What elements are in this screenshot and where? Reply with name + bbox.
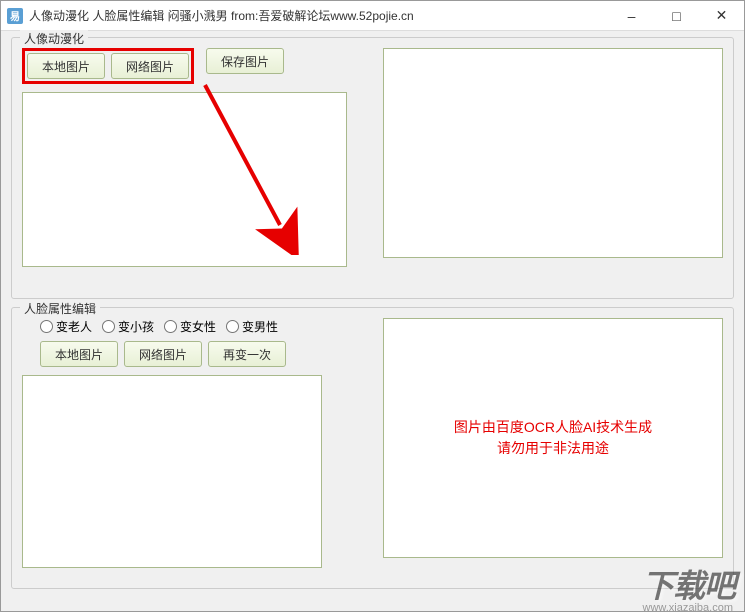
notice-line-2: 请勿用于非法用途 [497, 438, 609, 459]
radio-female[interactable]: 变女性 [164, 318, 216, 335]
group2-result-panel: 图片由百度OCR人脸AI技术生成 请勿用于非法用途 [383, 318, 723, 558]
group-face-edit-title: 人脸属性编辑 [20, 300, 100, 317]
group2-left-column: 变老人 变小孩 变女性 变男性 本地图片 网络图片 再变一次 [22, 318, 322, 578]
radio-child-input[interactable] [102, 320, 115, 333]
group1-result-panel [383, 48, 723, 258]
radio-old[interactable]: 变老人 [40, 318, 92, 335]
window-controls: – □ ✕ [609, 1, 744, 30]
group-anime: 人像动漫化 本地图片 网络图片 保存图片 [11, 37, 734, 299]
radio-child[interactable]: 变小孩 [102, 318, 154, 335]
radio-female-input[interactable] [164, 320, 177, 333]
local-image-button[interactable]: 本地图片 [27, 53, 105, 79]
group-face-edit: 人脸属性编辑 变老人 变小孩 变女性 变男性 本地图片 网络图片 再变一次 [11, 307, 734, 589]
titlebar: 易 人像动漫化 人脸属性编辑 闷骚小溅男 from:吾爱破解论坛www.52po… [1, 1, 744, 31]
group2-source-panel [22, 375, 322, 568]
client-area: 人像动漫化 本地图片 网络图片 保存图片 人脸属性编辑 [1, 31, 744, 611]
local-image-button-2[interactable]: 本地图片 [40, 341, 118, 367]
notice-line-1: 图片由百度OCR人脸AI技术生成 [454, 417, 652, 438]
network-image-button[interactable]: 网络图片 [111, 53, 189, 79]
group2-button-row: 本地图片 网络图片 再变一次 [22, 341, 322, 367]
radio-child-label: 变小孩 [118, 318, 154, 335]
radio-male[interactable]: 变男性 [226, 318, 278, 335]
group-anime-title: 人像动漫化 [20, 30, 88, 47]
group1-source-panel [22, 92, 347, 267]
group1-button-row: 本地图片 网络图片 保存图片 [22, 48, 347, 84]
window-title: 人像动漫化 人脸属性编辑 闷骚小溅男 from:吾爱破解论坛www.52poji… [29, 7, 609, 24]
radio-row: 变老人 变小孩 变女性 变男性 [22, 318, 322, 335]
save-image-button[interactable]: 保存图片 [206, 48, 284, 74]
radio-male-input[interactable] [226, 320, 239, 333]
highlight-box: 本地图片 网络图片 [22, 48, 194, 84]
maximize-button[interactable]: □ [654, 1, 699, 30]
app-icon: 易 [7, 8, 23, 24]
radio-old-input[interactable] [40, 320, 53, 333]
network-image-button-2[interactable]: 网络图片 [124, 341, 202, 367]
regenerate-button[interactable]: 再变一次 [208, 341, 286, 367]
radio-old-label: 变老人 [56, 318, 92, 335]
radio-male-label: 变男性 [242, 318, 278, 335]
radio-female-label: 变女性 [180, 318, 216, 335]
group1-left-column: 本地图片 网络图片 保存图片 [22, 48, 347, 288]
minimize-button[interactable]: – [609, 1, 654, 30]
app-window: 易 人像动漫化 人脸属性编辑 闷骚小溅男 from:吾爱破解论坛www.52po… [0, 0, 745, 612]
close-button[interactable]: ✕ [699, 1, 744, 30]
